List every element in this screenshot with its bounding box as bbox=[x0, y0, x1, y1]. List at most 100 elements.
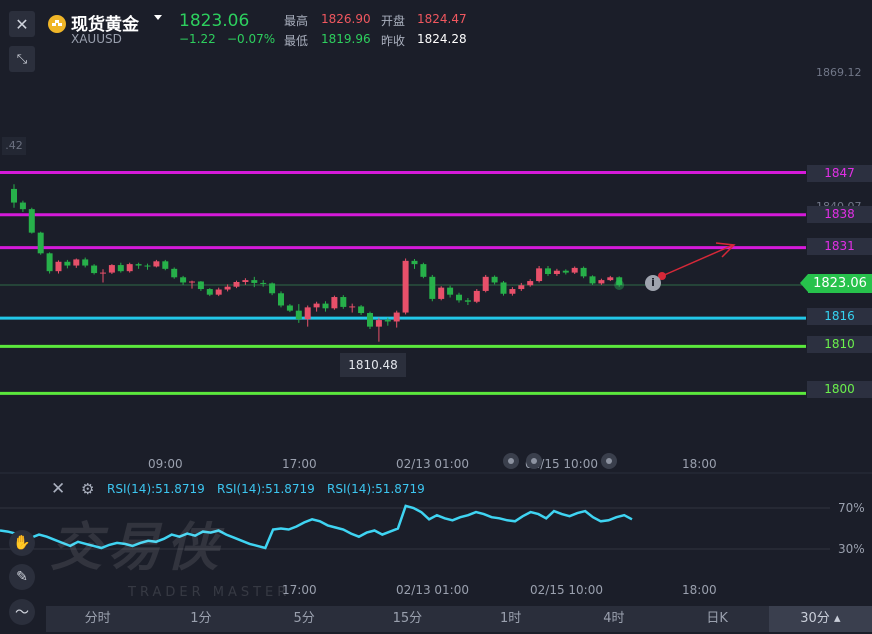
low-value: 1819.96 bbox=[321, 32, 371, 46]
candle-body bbox=[64, 261, 71, 266]
rsi-label-2: RSI(14):51.8719 bbox=[217, 482, 315, 496]
prev-close-value: 1824.28 bbox=[417, 32, 467, 46]
rsi-lower-label: 30% bbox=[838, 542, 865, 556]
scroll-handle-right[interactable] bbox=[601, 453, 617, 469]
candle-body bbox=[100, 272, 106, 274]
projection-arrow-head bbox=[715, 242, 736, 258]
candle-body bbox=[108, 265, 115, 273]
scroll-handle-mid[interactable] bbox=[526, 453, 542, 469]
candle-body bbox=[562, 270, 569, 273]
candle-body bbox=[429, 276, 436, 299]
candle-body bbox=[375, 320, 382, 327]
candle-body bbox=[55, 261, 62, 272]
open-label: 开盘 bbox=[381, 14, 406, 28]
candle-body bbox=[135, 264, 142, 266]
scroll-handle-left[interactable] bbox=[503, 453, 519, 469]
settings-icon[interactable]: ⚙ bbox=[81, 480, 94, 498]
level-label-1800: 1800 bbox=[807, 381, 872, 398]
rsi-time-label-4: 02/15 10:00 bbox=[530, 583, 603, 597]
watermark-sub: TRADER MASTER bbox=[128, 585, 291, 600]
timeframe-tab-5m[interactable]: 5分 bbox=[253, 606, 356, 632]
collapse-button[interactable]: ⤡ bbox=[9, 46, 35, 72]
candle-body bbox=[260, 282, 267, 284]
candle-body bbox=[402, 260, 409, 313]
candle-body bbox=[464, 300, 471, 302]
candle-body bbox=[180, 277, 187, 283]
timeframe-tab-30m[interactable]: 30分 ▴ bbox=[768, 606, 872, 632]
time-label-3: 02/13 01:00 bbox=[396, 457, 469, 471]
current-price-badge: 1823.06 bbox=[800, 274, 872, 293]
candle-body bbox=[117, 265, 124, 272]
price-change-pct: −0.07% bbox=[227, 32, 276, 46]
timeframe-tab-tick[interactable]: 分时 bbox=[46, 606, 149, 632]
candle-body bbox=[206, 289, 213, 295]
timeframe-tab-1h[interactable]: 1时 bbox=[459, 606, 562, 632]
hand-tool-button[interactable]: ✋ bbox=[9, 530, 35, 556]
candle-body bbox=[224, 286, 231, 290]
candle-body bbox=[598, 280, 605, 284]
level-label-1810: 1810 bbox=[807, 336, 872, 353]
instrument-symbol: XAUUSD bbox=[71, 32, 122, 46]
rsi-time-label-2: 17:00 bbox=[282, 583, 317, 597]
high-value: 1826.90 bbox=[321, 12, 371, 26]
candle-body bbox=[153, 261, 160, 267]
candle-body bbox=[73, 259, 80, 266]
candle-body bbox=[473, 290, 480, 302]
candle-body bbox=[189, 281, 195, 283]
candle-body bbox=[518, 285, 525, 290]
last-price-glow bbox=[614, 280, 625, 290]
watermark: 交易侠 bbox=[50, 518, 225, 578]
candle-body bbox=[420, 264, 427, 277]
timeframe-tab-1m[interactable]: 1分 bbox=[149, 606, 252, 632]
info-icon[interactable]: i bbox=[645, 275, 661, 291]
candle-body bbox=[144, 265, 151, 267]
close-button[interactable]: ✕ bbox=[9, 11, 35, 37]
candle-body bbox=[304, 307, 311, 320]
close-icon: ✕ bbox=[15, 14, 29, 34]
candle-body bbox=[580, 267, 587, 277]
candle-body bbox=[11, 188, 17, 203]
candle-body bbox=[251, 280, 258, 283]
price-change: −1.22 bbox=[179, 32, 216, 46]
price-axis-top: 1869.12 bbox=[816, 66, 862, 79]
indicator-button[interactable]: 〜 bbox=[9, 599, 35, 625]
candle-body bbox=[19, 202, 26, 210]
prev-close-label: 昨收 bbox=[381, 34, 406, 48]
candle-body bbox=[126, 264, 133, 272]
candle-body bbox=[233, 281, 240, 287]
close-indicator-icon[interactable]: ✕ bbox=[51, 479, 65, 499]
candle-body bbox=[242, 280, 249, 282]
instrument-dropdown-icon[interactable] bbox=[154, 15, 162, 20]
draw-tool-button[interactable]: ✎ bbox=[9, 564, 35, 590]
low-marker-tag: 1810.48 bbox=[340, 353, 406, 377]
timeframe-tab-15m[interactable]: 15分 bbox=[356, 606, 459, 632]
timeframe-tab-4h[interactable]: 4时 bbox=[562, 606, 665, 632]
candle-body bbox=[278, 293, 284, 306]
rsi-time-label-5: 18:00 bbox=[682, 583, 717, 597]
level-label-1847: 1847 bbox=[807, 165, 872, 182]
candle-body bbox=[28, 209, 35, 233]
candle-body bbox=[438, 287, 445, 299]
candle-body bbox=[215, 289, 222, 295]
time-label-1: 09:00 bbox=[148, 457, 183, 471]
candle-body bbox=[349, 306, 356, 308]
indicator-icon: 〜 bbox=[15, 605, 29, 621]
candle-body bbox=[456, 294, 462, 301]
candle-body bbox=[286, 305, 293, 311]
rsi-upper-label: 70% bbox=[838, 501, 865, 515]
rsi-label-1: RSI(14):51.8719 bbox=[107, 482, 205, 496]
candle-body bbox=[171, 268, 178, 278]
candle-body bbox=[82, 259, 89, 266]
candle-body bbox=[553, 270, 560, 275]
candle-body bbox=[393, 312, 400, 322]
low-label: 最低 bbox=[284, 34, 309, 48]
candle-body bbox=[313, 303, 320, 308]
dropdown-up-icon: ▴ bbox=[833, 611, 841, 626]
candle-body bbox=[509, 289, 516, 294]
candle-body bbox=[322, 303, 329, 309]
level-label-1816: 1816 bbox=[807, 308, 872, 325]
candle-body bbox=[331, 297, 338, 309]
candle-body bbox=[367, 313, 373, 327]
candle-body bbox=[527, 281, 534, 286]
timeframe-tab-1d[interactable]: 日K bbox=[666, 606, 769, 632]
